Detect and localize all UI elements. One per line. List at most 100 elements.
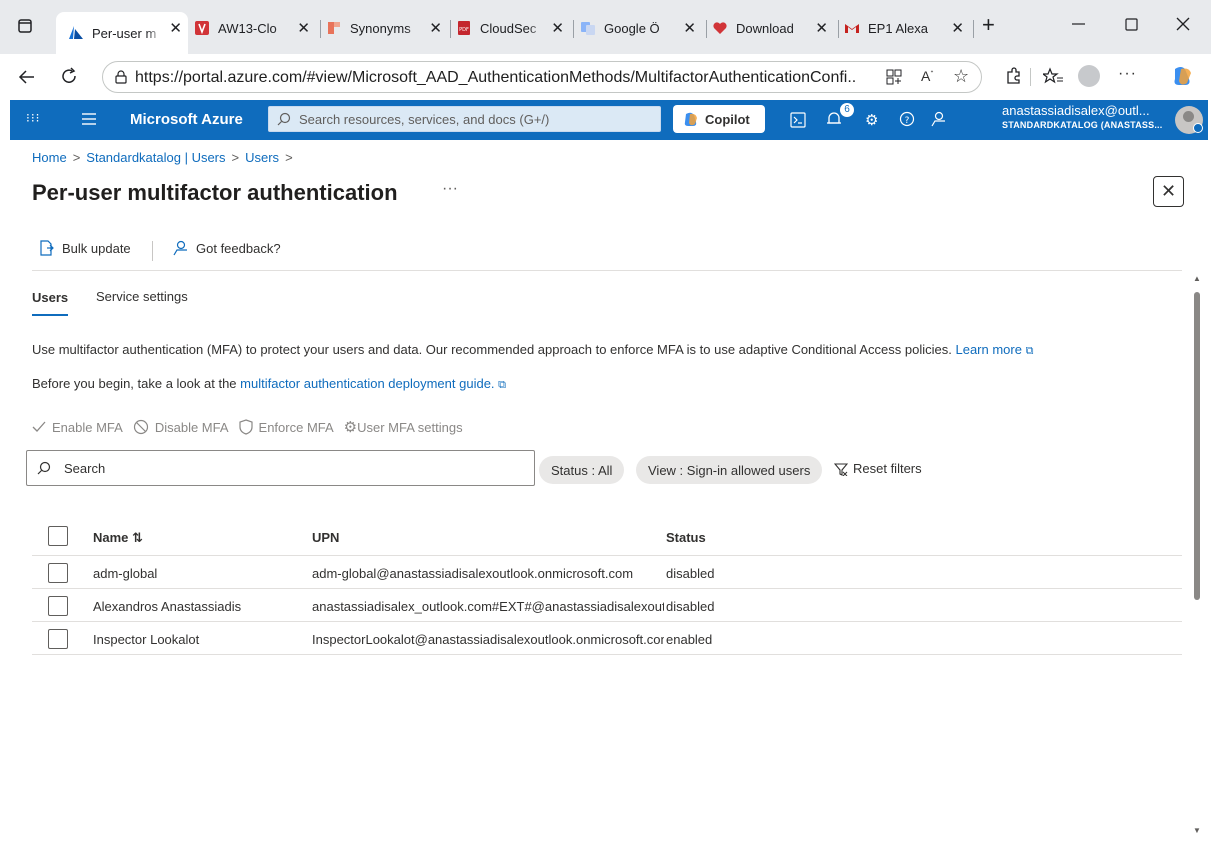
close-window-icon[interactable] [1176,17,1190,31]
svg-text:PDF: PDF [459,27,469,33]
browser-tab[interactable]: Download ✕ [712,12,834,44]
view-filter-pill[interactable]: View : Sign-in allowed users [636,456,823,484]
scroll-up-icon[interactable]: ▲ [1193,274,1201,283]
select-all-checkbox[interactable] [48,526,68,546]
copilot-button[interactable]: Copilot [673,105,765,133]
shield-icon [238,419,259,435]
close-tab-icon[interactable]: ✕ [951,19,964,37]
feedback-icon[interactable] [930,111,946,127]
new-tab-icon[interactable]: + [982,14,995,36]
breadcrumb-home[interactable]: Home [32,150,67,165]
bulk-update-button[interactable]: Bulk update [38,240,131,256]
minimize-icon[interactable] [1072,14,1086,34]
close-tab-icon[interactable]: ✕ [429,19,442,37]
tab-service-settings[interactable]: Service settings [96,289,188,304]
user-name: Alexandros Anastassiadis [93,599,242,614]
azure-brand[interactable]: Microsoft Azure [130,111,243,128]
main-content: Home > Standardkatalog | Users > Users > Per-… [10,140,1208,844]
page-title: Per-user multifactor authentication [32,180,398,205]
reset-filters-label: Reset filters [853,461,922,476]
table-header-row: Name ⇅ UPN Status [32,518,1182,556]
browser-tab-azure[interactable]: Per-user m ✕ [56,12,188,54]
translate-icon [580,20,596,36]
azure-icon [68,25,84,41]
status-filter-pill[interactable]: Status : All [539,456,625,484]
extensions-icon[interactable] [1004,67,1022,85]
browser-tab[interactable]: Synonyms ✕ [326,12,448,44]
hamburger-menu-icon[interactable] [82,113,96,125]
user-search-input[interactable]: Search [26,450,535,486]
breadcrumb-users[interactable]: Users [245,150,279,165]
row-checkbox[interactable] [48,563,68,583]
learn-more-link[interactable]: Learn more ⧉ [955,342,1033,357]
more-actions-icon[interactable]: ··· [442,180,458,198]
got-feedback-button[interactable]: Got feedback? [172,240,281,256]
maximize-icon[interactable] [1125,18,1138,31]
favorite-star-icon[interactable]: ☆ [953,66,969,87]
scroll-down-icon[interactable]: ▼ [1193,826,1201,835]
enable-mfa-label: Enable MFA [52,419,123,435]
browser-tab[interactable]: AW13-Clo ✕ [194,12,316,44]
address-bar-row: https://portal.azure.com/#view/Microsoft… [0,54,1211,100]
favorites-icon[interactable] [1043,67,1063,85]
row-checkbox[interactable] [48,629,68,649]
reset-filters-button[interactable]: Reset filters [834,461,922,476]
site-info-icon[interactable] [114,70,128,84]
user-upn: InspectorLookalot@anastassiadisalexoutlo… [312,632,664,647]
enforce-mfa-button[interactable]: Enforce MFA [238,419,334,435]
enable-mfa-button[interactable]: Enable MFA [32,420,123,435]
account-info[interactable]: anastassiadisalex@outl... STANDARDKATALO… [1002,103,1162,133]
profile-avatar[interactable] [1078,65,1100,87]
account-avatar[interactable] [1175,106,1203,134]
feedback-person-icon [172,240,188,256]
settings-gear-icon[interactable]: ⚙ [865,111,878,129]
search-icon [277,112,291,126]
copilot-label: Copilot [705,111,750,127]
close-icon: ✕ [1160,181,1177,201]
browser-tab[interactable]: PDF CloudSec ✕ [456,12,570,44]
deployment-guide-link[interactable]: multifactor authentication deployment gu… [240,376,506,391]
global-search-input[interactable]: Search resources, services, and docs (G+… [268,106,661,132]
help-icon[interactable]: ? [899,111,915,127]
close-blade-button[interactable]: ✕ [1153,176,1184,207]
account-directory: STANDARDKATALOG (ANASTASS... [1002,120,1163,130]
disable-mfa-button[interactable]: Disable MFA [133,419,229,435]
row-checkbox[interactable] [48,596,68,616]
browser-tab[interactable]: Google Ö ✕ [580,12,702,44]
vertical-scrollbar[interactable]: ▲ ▼ [1191,270,1203,840]
azure-top-bar: ⁝⁝⁝ Microsoft Azure Search resources, se… [10,100,1208,140]
breadcrumb-directory-users[interactable]: Standardkatalog | Users [86,150,225,165]
table-row[interactable]: adm-global adm-global@anastassiadisalexo… [32,556,1182,589]
disable-mfa-label: Disable MFA [154,419,229,435]
url-field[interactable]: https://portal.azure.com/#view/Microsoft… [102,61,982,93]
user-mfa-settings-button[interactable]: ⚙ User MFA settings [344,418,463,436]
app-available-icon[interactable] [886,69,902,85]
user-mfa-status: disabled [666,599,715,614]
tab-actions-icon[interactable] [18,19,32,33]
enforce-mfa-label: Enforce MFA [258,419,334,435]
close-tab-icon[interactable]: ✕ [551,19,564,37]
read-aloud-icon[interactable]: Aᐩ [921,68,933,84]
cloud-shell-icon[interactable] [790,112,806,128]
deployment-guide-sentence: Before you begin, take a look at the [32,376,237,391]
back-icon[interactable] [18,68,36,86]
tab-users[interactable]: Users [32,290,68,305]
close-tab-icon[interactable]: ✕ [683,19,696,37]
copilot-sidebar-icon[interactable] [1171,65,1195,87]
table-row[interactable]: Inspector Lookalot InspectorLookalot@ana… [32,622,1182,655]
svg-text:?: ? [905,116,910,126]
bulk-update-label: Bulk update [62,240,131,256]
close-tab-icon[interactable]: ✕ [297,19,310,37]
browser-tab[interactable]: EP1 Alexa ✕ [844,12,970,44]
close-tab-icon[interactable]: ✕ [815,19,828,37]
scrollbar-thumb[interactable] [1194,292,1200,600]
more-options-icon[interactable]: ··· [1118,65,1137,83]
app-launcher-icon[interactable]: ⁝⁝⁝ [26,111,40,125]
notification-count-badge: 6 [840,103,854,117]
column-header-name[interactable]: Name ⇅ [93,530,143,546]
refresh-icon[interactable] [60,67,78,85]
mfa-info-text: Use multifactor authentication (MFA) to … [32,342,1033,358]
close-tab-icon[interactable]: ✕ [169,19,182,37]
thesaurus-icon [326,20,342,36]
table-row[interactable]: Alexandros Anastassiadis anastassiadisal… [32,589,1182,622]
